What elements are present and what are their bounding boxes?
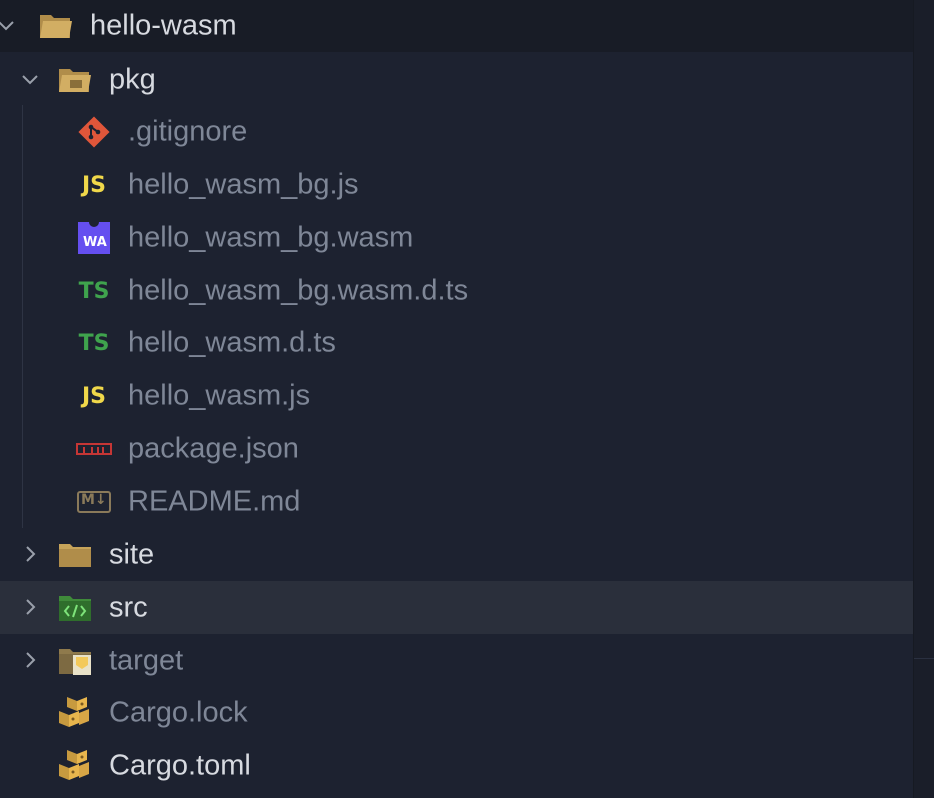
tree-item-label[interactable]: hello_wasm.js <box>128 381 310 410</box>
scrollbar-divider <box>914 658 934 659</box>
folder-target-icon <box>57 643 93 679</box>
folder-open-icon <box>38 8 74 44</box>
tree-item-label[interactable]: target <box>109 646 183 675</box>
webassembly-icon-text: WA <box>83 235 107 250</box>
chevron-down-icon[interactable] <box>20 70 40 90</box>
npm-icon <box>76 431 112 467</box>
cargo-icon <box>57 695 93 731</box>
tree-file-bg-wasm-dts[interactable]: TS hello_wasm_bg.wasm.d.ts <box>0 264 913 317</box>
chevron-right-icon[interactable] <box>20 597 40 617</box>
tree-file-cargo-lock[interactable]: Cargo.lock <box>0 686 913 739</box>
tree-item-label[interactable]: Cargo.lock <box>109 698 248 727</box>
tree-item-label[interactable]: hello_wasm_bg.wasm.d.ts <box>128 276 468 305</box>
root-folder-label[interactable]: hello-wasm <box>90 11 237 41</box>
tree-file-readme[interactable]: M↓ README.md <box>0 475 913 528</box>
folder-src-icon <box>57 590 93 626</box>
tree-item-label[interactable]: hello_wasm.d.ts <box>128 328 336 357</box>
chevron-right-icon[interactable] <box>20 650 40 670</box>
tree-item-label[interactable]: package.json <box>128 434 299 463</box>
chevron-down-icon[interactable] <box>0 16 16 36</box>
explorer-root-row[interactable]: hello-wasm <box>0 0 914 52</box>
tree-item-label[interactable]: hello_wasm_bg.js <box>128 170 359 199</box>
tree-item-label[interactable]: .gitignore <box>128 117 247 146</box>
tree-folder-src[interactable]: src <box>0 581 913 634</box>
markdown-icon-text: M↓ <box>81 492 107 508</box>
tree-folder-site[interactable]: site <box>0 528 913 581</box>
tree-item-label[interactable]: src <box>109 593 148 622</box>
javascript-icon: JS <box>81 383 107 409</box>
chevron-right-icon[interactable] <box>20 544 40 564</box>
folder-open-icon <box>57 62 93 98</box>
typescript-icon: TS <box>78 278 110 304</box>
tree-item-label[interactable]: pkg <box>109 65 156 94</box>
tree-file-bg-wasm[interactable]: WA hello_wasm_bg.wasm <box>0 211 913 264</box>
tree-file-package-json[interactable]: package.json <box>0 422 913 475</box>
tree-file-gitignore[interactable]: .gitignore <box>0 105 913 158</box>
typescript-icon: TS <box>78 330 110 356</box>
cargo-icon <box>57 748 93 784</box>
tree-folder-pkg[interactable]: pkg <box>0 53 913 106</box>
tree-folder-target[interactable]: target <box>0 634 913 687</box>
tree-file-js[interactable]: JS hello_wasm.js <box>0 369 913 422</box>
tree-item-label[interactable]: Cargo.toml <box>109 751 251 780</box>
folder-icon <box>57 537 93 573</box>
file-explorer: hello-wasm pkg .gitignore JS hello_wasm_… <box>0 0 934 798</box>
tree-file-cargo-toml[interactable]: Cargo.toml <box>0 739 913 792</box>
tree-item-label[interactable]: README.md <box>128 487 300 516</box>
tree-file-dts[interactable]: TS hello_wasm.d.ts <box>0 316 913 369</box>
git-icon <box>76 114 112 150</box>
javascript-icon: JS <box>81 172 107 198</box>
tree-item-label[interactable]: site <box>109 540 154 569</box>
tree-file-bg-js[interactable]: JS hello_wasm_bg.js <box>0 158 913 211</box>
tree-item-label[interactable]: hello_wasm_bg.wasm <box>128 223 413 252</box>
scrollbar-track[interactable] <box>913 0 934 798</box>
